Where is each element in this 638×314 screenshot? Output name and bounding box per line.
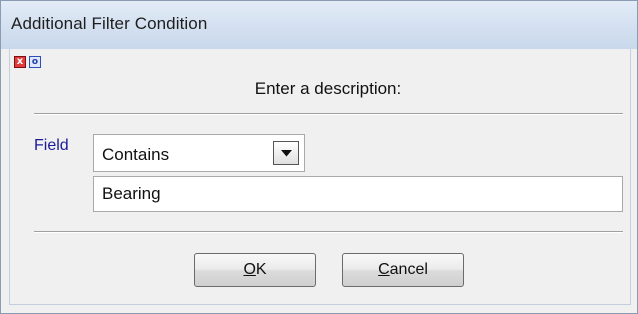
ok-mnemonic: O	[243, 261, 256, 278]
ok-button[interactable]: OK	[194, 253, 316, 287]
cancel-mnemonic: C	[378, 261, 390, 278]
operator-selected-value: Contains	[102, 145, 170, 164]
cancel-label-rest: ancel	[389, 261, 428, 278]
filter-value-input[interactable]	[93, 176, 623, 212]
dropdown-arrow-icon[interactable]	[273, 141, 299, 165]
field-label: Field	[34, 137, 69, 154]
chevron-down-icon	[281, 150, 292, 157]
cancel-button[interactable]: Cancel	[342, 253, 464, 287]
separator-top	[34, 113, 623, 115]
close-icon[interactable]: x	[14, 56, 26, 68]
window-title: Additional Filter Condition	[11, 14, 208, 33]
title-bar[interactable]: Additional Filter Condition	[1, 1, 637, 49]
info-icon[interactable]: o	[29, 56, 41, 68]
operator-dropdown[interactable]: Contains	[93, 134, 305, 172]
separator-bottom	[34, 231, 623, 233]
ok-label-rest: K	[255, 261, 267, 278]
prompt-text: Enter a description:	[254, 79, 402, 98]
dialog-window: Additional Filter Condition x o Enter a …	[0, 0, 638, 314]
